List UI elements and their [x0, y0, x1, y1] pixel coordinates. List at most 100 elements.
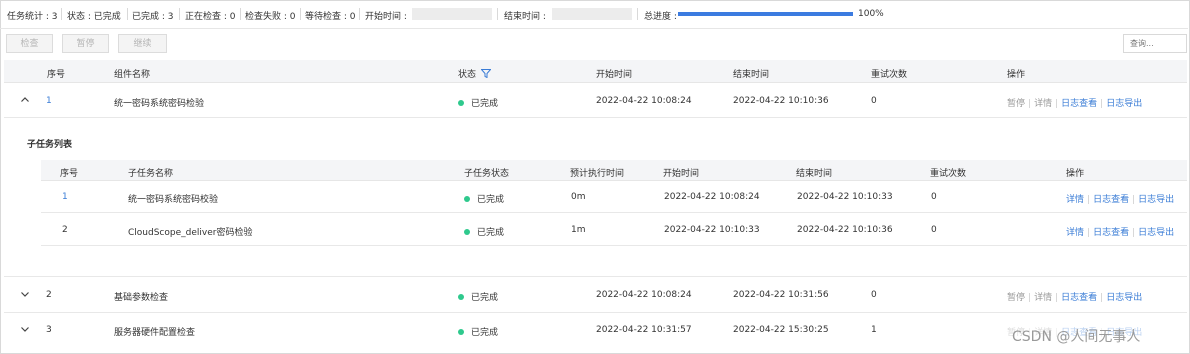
divider — [127, 8, 128, 20]
expand-icon[interactable] — [20, 324, 30, 334]
log-view-link[interactable]: 日志查看 — [1093, 195, 1129, 205]
check-button[interactable]: 检查 — [6, 34, 53, 53]
detail-link[interactable]: 详情 — [1066, 228, 1084, 238]
divider — [300, 8, 301, 20]
stat-start-time-label: 开始时间 : — [365, 12, 407, 22]
sub-col-actions: 操作 — [1066, 169, 1085, 179]
status-text: 已完成 — [477, 195, 505, 205]
detail-link[interactable]: 详情 — [1066, 195, 1084, 205]
sub-row-retries: 0 — [931, 225, 937, 235]
log-view-link[interactable]: 日志查看 — [1061, 99, 1097, 109]
expand-icon[interactable] — [20, 289, 30, 299]
row-index: 2 — [46, 290, 52, 300]
filter-icon[interactable] — [481, 69, 492, 78]
sub-row-end-time: 2022-04-22 10:10:33 — [797, 192, 893, 202]
divider — [4, 312, 1187, 313]
stat-progress-label: 总进度 : — [644, 12, 677, 22]
row-end-time: 2022-04-22 10:31:56 — [733, 290, 829, 300]
task-stats-bar: 任务统计 : 3 状态 : 已完成 已完成 : 3 正在检查 : 0 检查失败 … — [0, 0, 1188, 29]
status-dot — [458, 328, 464, 335]
sub-row-eta: 1m — [571, 225, 586, 235]
sub-row-start-time: 2022-04-22 10:10:33 — [664, 225, 760, 235]
col-status[interactable]: 状态 — [458, 67, 492, 80]
pause-link[interactable]: 暂停 — [1007, 99, 1025, 109]
progress-percent: 100% — [858, 9, 884, 19]
row-retries: 0 — [871, 96, 877, 106]
row-start-time: 2022-04-22 10:08:24 — [596, 96, 692, 106]
row-actions: 暂停 | 详情 | 日志查看 | 日志导出 — [1007, 99, 1143, 109]
sub-row-end-time: 2022-04-22 10:10:36 — [797, 225, 893, 235]
status-text: 已完成 — [477, 228, 505, 238]
divider — [179, 8, 180, 20]
row-index[interactable]: 1 — [46, 96, 52, 106]
subtask-title: 子任务列表 — [27, 140, 73, 150]
divider — [4, 276, 1187, 277]
sub-row-start-time: 2022-04-22 10:08:24 — [664, 192, 760, 202]
row-component-name: 基础参数检查 — [114, 293, 169, 303]
divider — [4, 117, 1187, 118]
sub-col-index: 序号 — [60, 169, 79, 179]
divider — [497, 8, 498, 20]
stat-failed: 检查失败 : 0 — [245, 12, 296, 22]
row-end-time: 2022-04-22 15:30:25 — [733, 325, 829, 335]
redacted-end-time — [552, 8, 632, 20]
row-retries: 0 — [871, 290, 877, 300]
row-component-name: 服务器硬件配置检查 — [114, 328, 196, 338]
sub-col-name: 子任务名称 — [128, 169, 174, 179]
sub-col-status: 子任务状态 — [464, 169, 510, 179]
stat-checking: 正在检查 : 0 — [185, 12, 236, 22]
pause-button[interactable]: 暂停 — [62, 34, 109, 53]
resume-button[interactable]: 继续 — [118, 34, 167, 53]
sub-row-status: 已完成 — [464, 225, 504, 238]
subtask-header: 序号 子任务名称 子任务状态 预计执行时间 开始时间 结束时间 重试次数 操作 — [41, 160, 1187, 181]
row-start-time: 2022-04-22 10:31:57 — [596, 325, 692, 335]
detail-link[interactable]: 详情 — [1034, 99, 1052, 109]
stat-end-time-label: 结束时间 : — [504, 12, 546, 22]
row-status: 已完成 — [458, 325, 498, 338]
search-input[interactable] — [1123, 34, 1187, 53]
sub-col-start-time: 开始时间 — [663, 169, 700, 179]
sub-row-name: CloudScope_deliver密码检验 — [128, 228, 253, 238]
sub-row-actions: 详情 | 日志查看 | 日志导出 — [1066, 195, 1175, 205]
divider — [41, 212, 1187, 213]
sub-row-index[interactable]: 2 — [62, 225, 68, 235]
progress-bar — [678, 12, 853, 16]
status-dot — [464, 228, 470, 235]
log-export-link[interactable]: 日志导出 — [1106, 99, 1142, 109]
stat-completed: 已完成 : 3 — [132, 12, 174, 22]
divider — [61, 8, 62, 20]
collapse-icon[interactable] — [20, 95, 30, 105]
col-actions: 操作 — [1007, 70, 1026, 80]
row-end-time: 2022-04-22 10:10:36 — [733, 96, 829, 106]
col-retries: 重试次数 — [871, 70, 908, 80]
progress-bar-fill — [678, 12, 853, 16]
log-export-link[interactable]: 日志导出 — [1106, 293, 1142, 303]
watermark: CSDN @人间无事人 — [1012, 329, 1141, 345]
sub-row-retries: 0 — [931, 192, 937, 202]
detail-link[interactable]: 详情 — [1034, 293, 1052, 303]
sub-col-end-time: 结束时间 — [796, 169, 833, 179]
col-end-time: 结束时间 — [733, 70, 770, 80]
sub-row-eta: 0m — [571, 192, 586, 202]
divider — [41, 245, 1187, 246]
log-view-link[interactable]: 日志查看 — [1061, 293, 1097, 303]
status-text: 已完成 — [471, 328, 499, 338]
sub-row-name: 统一密码系统密码校验 — [128, 195, 219, 205]
log-view-link[interactable]: 日志查看 — [1093, 228, 1129, 238]
status-dot — [464, 195, 470, 202]
row-start-time: 2022-04-22 10:08:24 — [596, 290, 692, 300]
col-start-time: 开始时间 — [596, 70, 633, 80]
row-status: 已完成 — [458, 96, 498, 109]
log-export-link[interactable]: 日志导出 — [1138, 195, 1174, 205]
sub-col-retries: 重试次数 — [930, 169, 967, 179]
status-dot — [458, 293, 464, 300]
row-index: 3 — [46, 325, 52, 335]
pause-link[interactable]: 暂停 — [1007, 293, 1025, 303]
sub-row-actions: 详情 | 日志查看 | 日志导出 — [1066, 228, 1175, 238]
row-actions: 暂停 | 详情 | 日志查看 | 日志导出 — [1007, 293, 1143, 303]
stat-status: 状态 : 已完成 — [67, 12, 121, 22]
log-export-link[interactable]: 日志导出 — [1138, 228, 1174, 238]
status-text: 已完成 — [471, 293, 499, 303]
divider — [240, 8, 241, 20]
sub-row-index[interactable]: 1 — [62, 192, 68, 202]
